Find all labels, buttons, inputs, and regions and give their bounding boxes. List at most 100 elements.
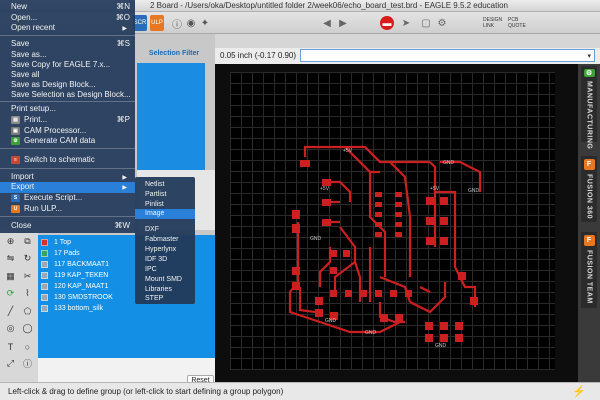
settings-icon[interactable]: ⚙	[436, 15, 448, 31]
command-input[interactable]: ▾	[300, 49, 595, 62]
tab-fusion-360[interactable]: F FUSION 360	[581, 156, 597, 222]
ripup-tool-icon[interactable]: ⌇	[21, 287, 34, 300]
submenu-item-dxf[interactable]: DXF	[145, 226, 159, 233]
mirror-tool-icon[interactable]: ⇋	[4, 252, 17, 265]
scr-button[interactable]: SCR	[133, 15, 147, 31]
layer-footer: Reset	[38, 358, 215, 387]
submenu-item-fabmaster[interactable]: Fabmaster	[145, 236, 178, 243]
mark-icon[interactable]: ✦	[200, 15, 210, 31]
eye-icon[interactable]: ◉	[186, 15, 196, 31]
pad	[330, 250, 337, 257]
status-bar: Left-click & drag to define group (or le…	[0, 382, 600, 400]
menu-item-print[interactable]: Print...	[24, 115, 47, 124]
layer-item[interactable]: 119 KAP_TEKEN	[41, 270, 108, 280]
fusion-icon: F	[583, 159, 595, 170]
text-tool-icon[interactable]: T	[4, 340, 17, 353]
menu-item-open[interactable]: Open...	[11, 13, 37, 22]
layer-swatch	[41, 238, 48, 246]
menu-item-print-setup[interactable]: Print setup...	[11, 104, 56, 113]
silk-label: GND	[365, 330, 377, 336]
menu-item-generate-cam[interactable]: Generate CAM data	[24, 136, 95, 145]
redo-icon[interactable]: ▶	[336, 15, 350, 31]
board-grid[interactable]: +5V GND +5V +5V GND GND GND GND GND	[230, 72, 555, 370]
ulp-button[interactable]: ULP	[150, 15, 164, 31]
trace	[435, 190, 477, 307]
pad	[360, 290, 367, 297]
hole-tool-icon[interactable]: ◯	[21, 322, 34, 335]
group-tool-icon[interactable]: ▦	[4, 270, 17, 283]
pad	[395, 212, 402, 217]
menu-item-new[interactable]: New	[11, 2, 27, 11]
wire-tool-icon[interactable]: ╱	[4, 305, 17, 318]
undo-icon[interactable]: ◀	[320, 15, 334, 31]
menu-item-save-all[interactable]: Save all	[11, 70, 39, 79]
submenu-item-pinlist[interactable]: Pinlist	[145, 201, 164, 208]
layer-item[interactable]: 120 KAP_MAAT1	[41, 281, 108, 291]
menu-item-export[interactable]: Export	[11, 182, 34, 191]
menu-item-close[interactable]: Close	[11, 221, 31, 230]
submenu-item-image[interactable]: Image	[145, 210, 164, 217]
design-link-button[interactable]: DESIGN LINK	[483, 15, 505, 31]
copy-tool-icon[interactable]: ⧉	[21, 235, 34, 248]
menu-item-save-as[interactable]: Save as...	[11, 50, 47, 59]
pad	[375, 290, 382, 297]
selection-filter-tab[interactable]: Selection Filter	[137, 48, 211, 60]
selection-preview	[137, 63, 205, 170]
layer-item[interactable]: 17 Pads	[41, 248, 80, 258]
pad	[470, 297, 478, 305]
stop-icon[interactable]: ▬	[380, 16, 394, 30]
pad	[292, 224, 300, 233]
measure-tool-icon[interactable]: ⤢	[4, 357, 17, 370]
submenu-item-hyperlynx[interactable]: Hyperlynx	[145, 246, 176, 253]
submenu-item-mount-smd[interactable]: Mount SMD	[145, 276, 182, 283]
layer-item[interactable]: 133 bottom_silk	[41, 303, 103, 313]
menu-item-switch-schematic[interactable]: Switch to schematic	[24, 155, 95, 164]
menu-item-import[interactable]: Import	[11, 172, 34, 181]
submenu-item-ipc[interactable]: IPC	[145, 266, 157, 273]
layer-swatch	[41, 260, 48, 268]
trace	[298, 287, 316, 314]
pad	[375, 192, 382, 197]
silk-label: +5V	[343, 148, 353, 154]
polygon-tool-icon[interactable]: ⬠	[21, 305, 34, 318]
go-icon[interactable]: ➤	[400, 15, 412, 31]
menu-item-save-design-block[interactable]: Save as Design Block...	[11, 80, 95, 89]
menu-item-save-selection[interactable]: Save Selection as Design Block...	[11, 90, 131, 99]
route-tool-icon[interactable]: ⟳	[4, 287, 17, 300]
menu-item-save-copy[interactable]: Save Copy for EAGLE 7.x...	[11, 60, 110, 69]
via-tool-icon[interactable]: ◎	[4, 322, 17, 335]
layer-item[interactable]: 1 Top	[41, 237, 71, 247]
rotate-tool-icon[interactable]: ↻	[21, 252, 34, 265]
pad	[440, 197, 448, 205]
menu-item-run-ulp[interactable]: Run ULP...	[24, 204, 62, 213]
menu-item-cam-processor[interactable]: CAM Processor...	[24, 126, 86, 135]
menu-separator	[0, 101, 135, 102]
tab-manufacturing[interactable]: ⚙ MANUFACTURING	[581, 66, 597, 149]
schematic-icon: ≡	[11, 156, 20, 164]
circle-tool-icon[interactable]: ○	[21, 340, 34, 353]
menu-item-open-recent[interactable]: Open recent	[11, 23, 55, 32]
cut-tool-icon[interactable]: ✂	[21, 270, 34, 283]
info-tool-icon[interactable]: ⓘ	[21, 357, 34, 370]
stop-square-icon[interactable]: ▢	[420, 15, 432, 31]
window-title: 2 Board - /Users/oka/Desktop/untitled fo…	[150, 1, 508, 10]
trace	[389, 161, 412, 277]
layer-swatch	[41, 282, 48, 290]
layer-item[interactable]: 130 SMDSTROOK	[41, 292, 113, 302]
tab-fusion-team[interactable]: F FUSION TEAM	[581, 232, 597, 308]
pcb-board-drawing: +5V GND +5V +5V GND GND GND GND GND	[288, 145, 482, 349]
chevron-down-icon[interactable]: ▾	[587, 52, 591, 60]
lightning-icon[interactable]: ⚡	[572, 385, 586, 398]
submenu-item-libraries[interactable]: Libraries	[145, 286, 172, 293]
submenu-item-idf-3d[interactable]: IDF 3D	[145, 256, 167, 263]
info-icon[interactable]: ⓘ	[172, 15, 182, 31]
pcb-quote-button[interactable]: PCB QUOTE	[508, 15, 530, 31]
submenu-item-netlist[interactable]: Netlist	[145, 181, 164, 188]
layer-item[interactable]: 117 BACKMAAT1	[41, 259, 109, 269]
menu-separator	[0, 168, 135, 169]
move-tool-icon[interactable]: ⊕	[4, 235, 17, 248]
submenu-item-partlist[interactable]: Partlist	[145, 191, 166, 198]
menu-item-execute-script[interactable]: Execute Script...	[24, 193, 82, 202]
submenu-item-step[interactable]: STEP	[145, 295, 163, 302]
menu-item-save[interactable]: Save	[11, 39, 29, 48]
